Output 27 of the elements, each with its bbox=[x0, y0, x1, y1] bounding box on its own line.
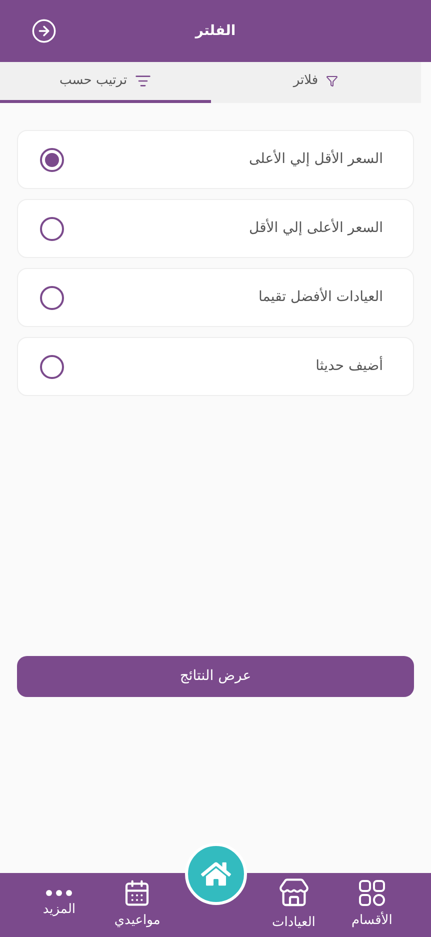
tab[interactable]: ترتيب حسب bbox=[0, 62, 210, 103]
option-label: السعر الأقل إلي الأعلى bbox=[249, 149, 383, 169]
radio-button[interactable] bbox=[40, 354, 64, 378]
nav-item[interactable]: الأقسام bbox=[340, 873, 404, 937]
grid-icon bbox=[358, 879, 386, 908]
more-icon bbox=[46, 890, 72, 896]
sort-option[interactable]: السعر الأعلى إلي الأقل bbox=[17, 199, 414, 258]
option-label: العيادات الأفضل تقيما bbox=[258, 287, 383, 307]
option-label: السعر الأعلى إلي الأقل bbox=[249, 218, 383, 238]
tab[interactable]: فلاتر bbox=[210, 62, 421, 103]
sort-icon bbox=[135, 73, 152, 89]
calendar-icon bbox=[123, 879, 152, 908]
sort-option[interactable]: أضيف حديثا bbox=[17, 337, 414, 396]
nav-item[interactable]: مواعيدي bbox=[105, 873, 170, 937]
header-title: الفلتر bbox=[195, 22, 236, 40]
back-button[interactable] bbox=[31, 18, 57, 44]
option-label: أضيف حديثا bbox=[316, 356, 383, 376]
sort-option[interactable]: السعر الأقل إلي الأعلى bbox=[17, 130, 414, 189]
nav-item[interactable]: المزيد bbox=[27, 873, 92, 937]
arrow-right-icon bbox=[31, 18, 57, 44]
radio-button[interactable] bbox=[40, 216, 64, 240]
radio-button[interactable] bbox=[40, 148, 64, 172]
filter-icon bbox=[326, 75, 338, 87]
radio-button[interactable] bbox=[40, 286, 64, 310]
sort-option[interactable]: العيادات الأفضل تقيما bbox=[17, 268, 414, 327]
show-results-button[interactable]: عرض النتائج bbox=[17, 656, 414, 697]
nav-item[interactable]: العيادات bbox=[262, 873, 326, 937]
